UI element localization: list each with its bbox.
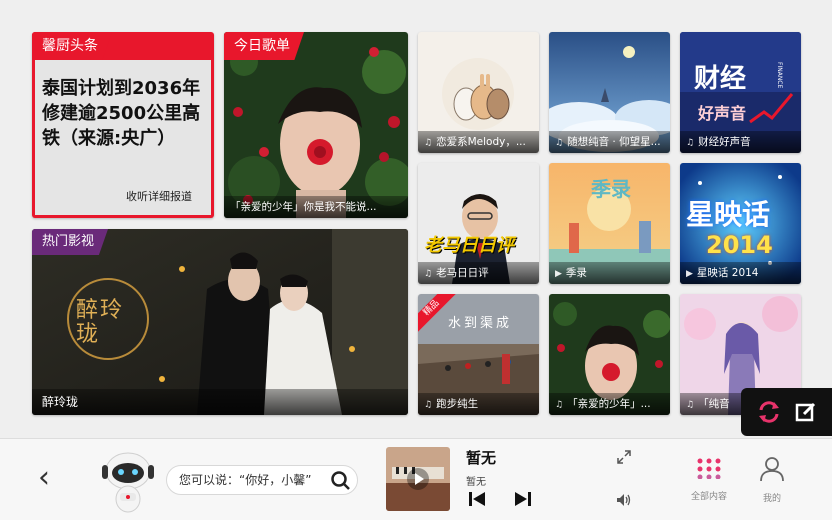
floating-action-bar <box>741 388 832 436</box>
tile-finance-title: 财经 <box>694 64 747 94</box>
tile-finance-caption: ♫ 财经好声音 <box>680 131 801 153</box>
tile-xingyinghua-title: 星映话 <box>686 198 771 231</box>
user-icon <box>760 457 784 482</box>
refresh-icon[interactable] <box>757 400 781 424</box>
previous-track-icon[interactable] <box>468 491 486 507</box>
news-headline: 泰国计划到2036年 修建逾2500公里高铁（来源:央广） <box>42 78 201 149</box>
back-button[interactable]: ‹ <box>38 463 50 493</box>
chevron-left-icon: ‹ <box>38 460 50 495</box>
music-icon: ♫ <box>686 138 695 148</box>
tile-jilu[interactable]: 季录 ▶ 季录 <box>549 163 670 284</box>
tile-night-sky-caption: ♫ 随想纯音 · 仰望星... <box>549 131 670 153</box>
tile-laoma-caption: ♫ 老马日日评 <box>418 262 539 284</box>
music-icon: ♫ <box>555 400 564 410</box>
video-icon: ▶ <box>686 269 693 279</box>
edit-icon[interactable] <box>795 401 817 423</box>
all-content-label: 全部内容 <box>690 492 727 502</box>
music-icon: ♫ <box>424 269 433 279</box>
tile-laoma[interactable]: 老马日日评 ♫ 老马日日评 <box>418 163 539 284</box>
news-card[interactable]: 馨厨头条 泰国计划到2036年 修建逾2500公里高铁（来源:央广） 收听详细报… <box>32 32 214 218</box>
tile-xingyinghua-caption: ▶ 星映话 2014 <box>680 262 801 284</box>
tile-melody-caption: ♫ 恋爱系Melody，... <box>418 131 539 153</box>
tile-night-sky[interactable]: ♫ 随想纯音 · 仰望星... <box>549 32 670 153</box>
tile-running[interactable]: 水到渠成 精品 ♫ 跑步纯生 <box>418 294 539 415</box>
expand-icon[interactable] <box>616 449 632 465</box>
tile-dear-youth[interactable]: ♫ 「亲爱的少年」... <box>549 294 670 415</box>
movie-caption: 醉玲珑 <box>32 389 408 415</box>
profile-label: 我的 <box>762 494 781 504</box>
profile-button[interactable]: 我的 <box>752 457 792 504</box>
content-grid: 馨厨头条 泰国计划到2036年 修建逾2500公里高铁（来源:央广） 收听详细报… <box>0 0 832 438</box>
tile-laoma-title: 老马日日评 <box>424 235 514 256</box>
tile-finance-sub: 好声音 <box>698 104 747 123</box>
grid-dots-icon <box>697 458 721 480</box>
volume-icon[interactable] <box>616 493 632 507</box>
tile-running-art-title: 水到渠成 <box>448 316 513 331</box>
all-content-button[interactable]: 全部内容 <box>689 457 729 502</box>
playlist-card[interactable]: 今日歌单 「亲爱的少年」你是我不能说... <box>224 32 408 218</box>
music-icon: ♫ <box>555 138 564 148</box>
tile-running-caption: ♫ 跑步纯生 <box>418 393 539 415</box>
tile-finance-en: FINANCE <box>776 62 783 89</box>
now-playing-title: 暂无 <box>466 449 497 467</box>
next-track-icon[interactable] <box>514 491 532 507</box>
tile-jilu-title: 季录 <box>591 177 631 201</box>
news-tag: 馨厨头条 <box>32 32 112 60</box>
tile-xingyinghua[interactable]: 星映话 2014 ▶ 星映话 2014 <box>680 163 801 284</box>
voice-hint-text: 您可以说：“你好，小馨” <box>179 473 312 487</box>
music-icon: ♫ <box>686 400 695 410</box>
tile-xingyinghua-year: 2014 <box>706 231 773 259</box>
assistant-robot-icon[interactable] <box>96 447 160 515</box>
music-icon: ♫ <box>424 400 433 410</box>
movie-tag: 热门影视 <box>32 229 109 255</box>
tile-jilu-caption: ▶ 季录 <box>549 262 670 284</box>
tile-dear-youth-caption: ♫ 「亲爱的少年」... <box>549 393 670 415</box>
playlist-tag: 今日歌单 <box>224 32 304 60</box>
now-playing-album-art[interactable] <box>386 447 450 511</box>
movie-card[interactable]: 醉玲珑 热门影视 醉玲珑 <box>32 229 408 415</box>
video-icon: ▶ <box>555 269 562 279</box>
news-more-link[interactable]: 收听详细报道 <box>126 188 192 204</box>
bottom-bar: ‹ 您可以说：“你好，小馨” 暂无 暂无 全部内容 我的 <box>0 438 832 520</box>
music-icon: ♫ <box>424 138 433 148</box>
voice-search-input[interactable]: 您可以说：“你好，小馨” <box>166 465 358 495</box>
now-playing-subtitle: 暂无 <box>466 477 486 488</box>
playlist-caption: 「亲爱的少年」你是我不能说... <box>224 196 408 218</box>
search-icon[interactable] <box>329 469 351 491</box>
tile-finance[interactable]: 财经 FINANCE 好声音 ♫ 财经好声音 <box>680 32 801 153</box>
movie-poster-title: 醉玲珑 <box>76 298 125 347</box>
play-icon[interactable] <box>406 467 430 491</box>
tile-melody[interactable]: ♫ 恋爱系Melody，... <box>418 32 539 153</box>
